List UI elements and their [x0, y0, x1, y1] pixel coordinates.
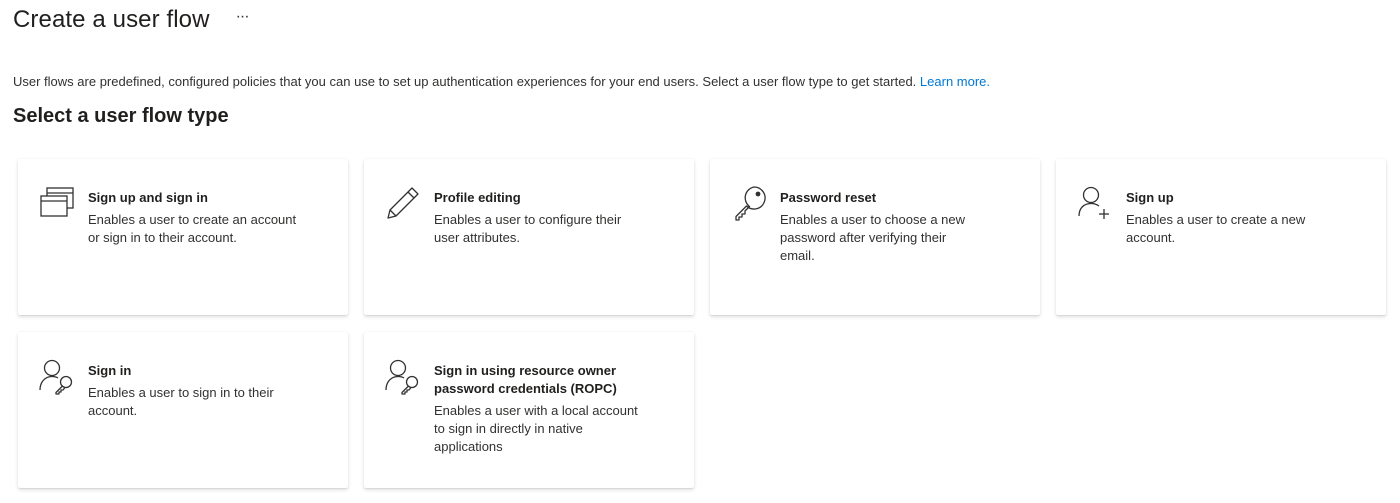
card-title-line: password credentials (ROPC) — [434, 381, 617, 396]
card-title: Sign up — [1126, 190, 1174, 205]
card-sign-up[interactable]: Sign up Enables a user to create a new a… — [1056, 159, 1386, 315]
person-key-icon — [384, 357, 422, 395]
card-description: Enables a user to create a new account. — [1126, 211, 1361, 247]
page-description: User flows are predefined, configured po… — [13, 73, 990, 91]
learn-more-link[interactable]: Learn more. — [920, 74, 990, 89]
card-sign-in[interactable]: Sign in Enables a user to sign in to the… — [18, 332, 348, 488]
card-description-line: account. — [88, 403, 138, 418]
card-title: Sign in — [88, 363, 132, 378]
card-title-line: Sign in using resource owner — [434, 363, 617, 378]
card-description-line: email. — [780, 248, 815, 263]
card-title: Sign in using resource owner password cr… — [434, 362, 669, 398]
card-description-line: Enables a user to choose a new — [780, 212, 966, 227]
person-add-icon — [1076, 184, 1114, 222]
card-description-line: to sign in directly in native — [434, 421, 583, 436]
section-title: Select a user flow type — [13, 105, 229, 127]
key-icon — [730, 184, 768, 222]
card-description: Enables a user to sign in to their accou… — [88, 384, 323, 420]
card-password-reset[interactable]: Password reset Enables a user to choose … — [710, 159, 1040, 315]
more-options-button[interactable]: ··· — [236, 1, 250, 33]
card-description-line: Enables a user to create an account — [88, 212, 297, 227]
card-description-line: account. — [1126, 230, 1176, 245]
person-key-icon — [38, 357, 76, 395]
windows-icon — [38, 184, 76, 222]
card-title: Profile editing — [434, 190, 521, 205]
card-description-line: Enables a user with a local account — [434, 403, 638, 418]
card-description-line: Enables a user to configure their — [434, 212, 622, 227]
card-description-line: or sign in to their account. — [88, 230, 237, 245]
card-description: Enables a user to configure their user a… — [434, 211, 669, 247]
card-profile-editing[interactable]: Profile editing Enables a user to config… — [364, 159, 694, 315]
card-sign-up-and-sign-in[interactable]: Sign up and sign in Enables a user to cr… — [18, 159, 348, 315]
card-description-line: Enables a user to sign in to their — [88, 385, 274, 400]
card-description: Enables a user to choose a new password … — [780, 211, 1015, 265]
card-title: Password reset — [780, 190, 877, 205]
card-description-line: Enables a user to create a new — [1126, 212, 1306, 227]
card-sign-in-ropc[interactable]: Sign in using resource owner password cr… — [364, 332, 694, 488]
card-description-line: applications — [434, 439, 503, 454]
card-description-line: user attributes. — [434, 230, 520, 245]
card-description: Enables a user to create an account or s… — [88, 211, 323, 247]
card-description: Enables a user with a local account to s… — [434, 402, 669, 456]
page-title: Create a user flow — [13, 6, 210, 33]
pencil-icon — [384, 184, 422, 222]
card-title: Sign up and sign in — [88, 190, 208, 205]
description-text: User flows are predefined, configured po… — [13, 74, 917, 89]
card-description-line: password after verifying their — [780, 230, 947, 245]
page-header: Create a user flow ··· — [13, 1, 250, 36]
